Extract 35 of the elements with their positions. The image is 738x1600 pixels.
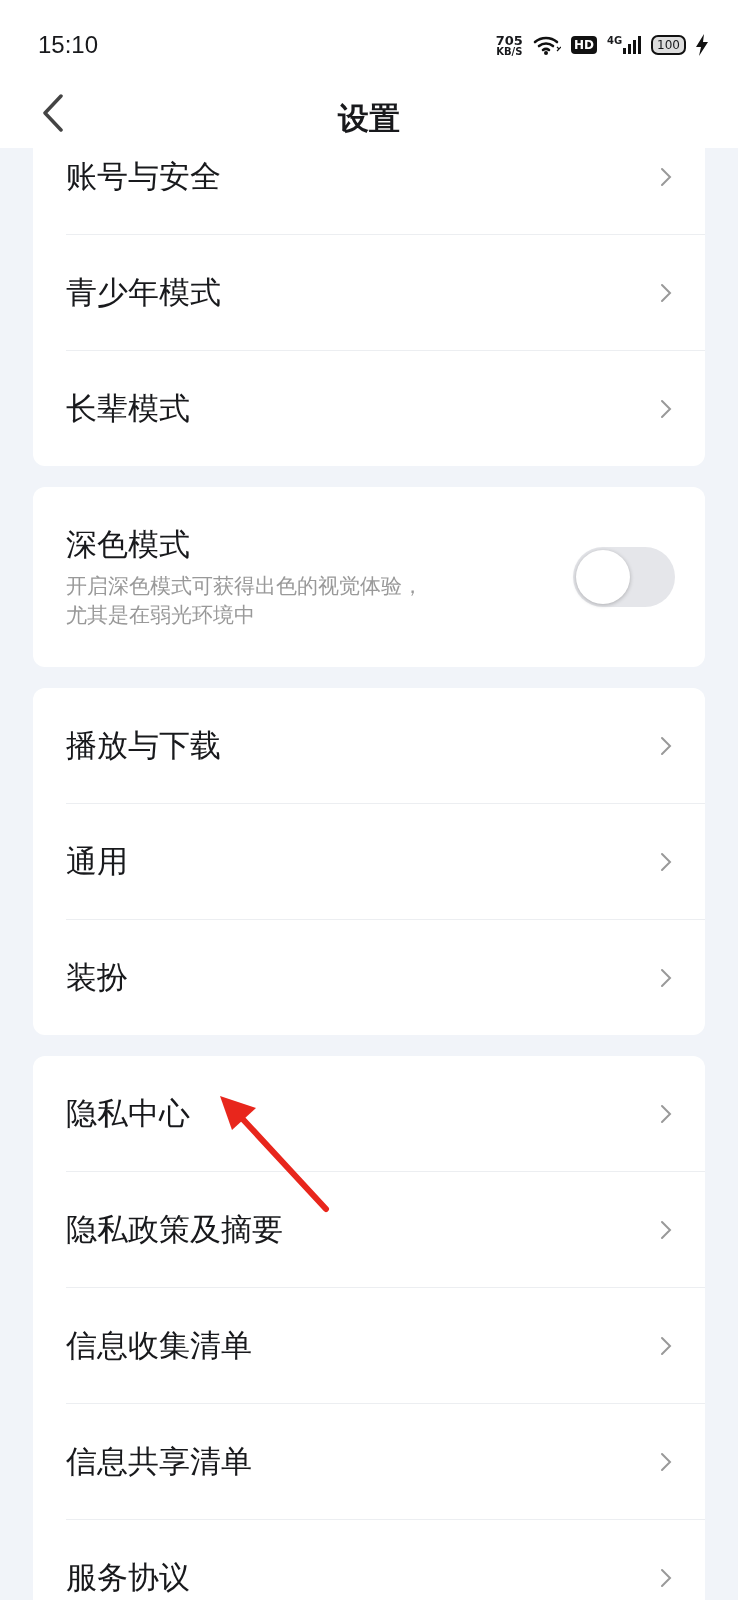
wifi-icon [532,35,561,55]
charging-icon [696,34,708,56]
chevron-icon [660,735,672,756]
settings-item[interactable]: 装扮 [66,920,705,1035]
settings-item[interactable]: 长辈模式 [66,351,705,466]
back-icon[interactable] [42,94,64,132]
chevron-icon [660,1335,672,1356]
settings-item[interactable]: 信息共享清单 [66,1404,705,1520]
chevron-icon [660,1567,672,1588]
page-title: 设置 [338,99,400,138]
settings-item[interactable]: 隐私政策及摘要 [66,1172,705,1288]
settings-item[interactable]: 青少年模式 [66,235,705,351]
settings-item[interactable]: 信息收集清单 [66,1288,705,1404]
setting-description: 开启深色模式可获得出色的视觉体验，尤其是在弱光环境中 [66,572,424,629]
network-type: 4G [606,35,623,46]
chevron-icon [660,967,672,988]
toggle-switch[interactable] [573,547,675,607]
chevron-icon [660,851,672,872]
chevron-icon [660,1103,672,1124]
chevron-icon [660,282,672,303]
status-time: 15:10 [38,31,99,59]
chevron-icon [660,1219,672,1240]
settings-item[interactable]: 播放与下载 [66,688,705,804]
setting-label: 深色模式 [66,524,191,564]
speed-unit: KB/S [496,46,523,57]
battery-indicator: 100 [651,35,686,55]
chevron-icon [660,398,672,419]
chevron-icon [660,166,672,187]
chevron-icon [660,1451,672,1472]
settings-item[interactable]: 账号与安全 [66,148,705,235]
hd-badge: HD [570,36,597,54]
network-speed: 705 [495,33,523,47]
settings-item[interactable]: 通用 [66,804,705,920]
signal-icon [623,35,642,55]
settings-item[interactable]: 服务协议 [66,1520,705,1600]
